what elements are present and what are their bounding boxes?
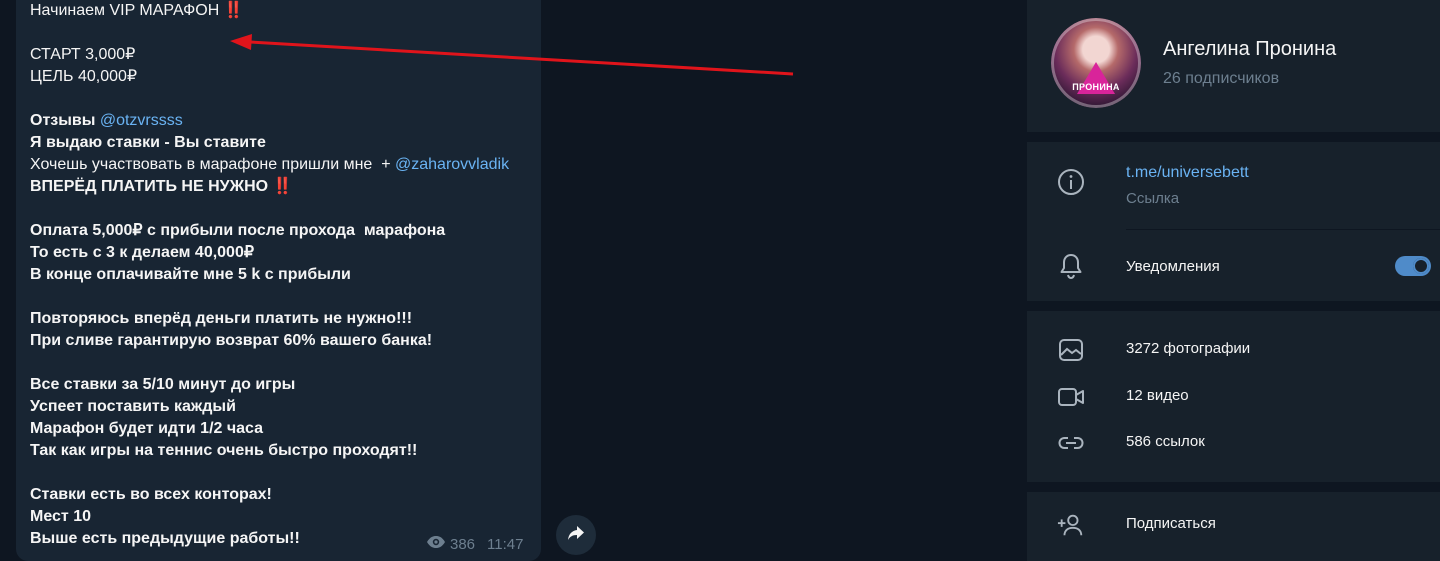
photos-row[interactable]: 3272 фотографии [1027,336,1440,364]
double-exclamation-emoji: ‼️ [272,178,293,195]
chat-area: Начинаем VIP МАРАФОН ‼️ СТАРТ 3,000₽ ЦЕЛ… [0,0,1027,561]
forward-icon [567,525,585,546]
video-icon [1057,383,1085,411]
link-icon [1057,429,1085,457]
channel-info-panel: ПРОНИНА Ангелина Пронина 26 подписчиков … [1027,0,1440,561]
link-zaharovvladik[interactable]: @zaharovvladik [395,156,509,173]
message-line: Хочешь участвовать в марафоне пришли мне… [30,156,510,173]
subscriber-count: 26 подписчиков [1163,70,1280,87]
message-line: ЦЕЛЬ 40,000₽ [30,68,138,85]
message-line: Отзывы @otzvrssss [30,112,183,129]
notifications-toggle[interactable] [1395,256,1431,276]
message-line: То есть с 3 к делаем 40,000₽ [30,244,255,261]
message-line: Успеет поставить каждый [30,398,236,415]
message-line: Оплата 5,000₽ с прибыли после прохода ма… [30,222,446,239]
message-line: Марафон будет идти 1/2 часа [30,420,264,437]
channel-name: Ангелина Пронина [1163,38,1337,60]
message-line: Мест 10 [30,508,91,525]
links-count: 586 ссылок [1126,433,1205,450]
message-line: Повторяюсь вперёд деньги платить не нужн… [30,310,413,327]
add-user-icon [1057,511,1085,539]
message-line: В конце оплачивайте мне 5 k с прибыли [30,266,351,283]
message-time: 11:47 [487,535,524,553]
bell-icon [1057,252,1085,280]
message-line: ВПЕРЁД ПЛАТИТЬ НЕ НУЖНО ‼️ [30,178,293,195]
notifications-label: Уведомления [1126,258,1220,275]
view-count: 386 [450,535,476,553]
double-exclamation-emoji: ‼️ [223,2,244,19]
avatar[interactable]: ПРОНИНА [1051,18,1141,108]
videos-row[interactable]: 12 видео [1027,383,1440,411]
divider [1027,301,1440,311]
message-line: Ставки есть во всех конторах! [30,486,272,503]
info-icon [1057,168,1085,196]
links-row[interactable]: 586 ссылок [1027,429,1440,457]
subscribe-label: Подписаться [1126,515,1216,532]
link-otzvrssss[interactable]: @otzvrssss [100,112,183,129]
message-line: Все ставки за 5/10 минут до игры [30,376,296,393]
message-text: Начинаем VIP МАРАФОН ‼️ СТАРТ 3,000₽ ЦЕЛ… [30,0,535,550]
channel-link[interactable]: t.me/universebett [1126,164,1249,182]
subscribe-button[interactable]: Подписаться [1027,510,1440,540]
message-meta: 386 11:47 [426,534,523,554]
photo-icon [1057,336,1085,364]
divider [1027,482,1440,492]
message-line: Я выдаю ставки - Вы ставите [30,134,266,151]
divider [1027,132,1440,142]
link-caption: Ссылка [1126,190,1180,207]
channel-link-row[interactable]: t.me/universebett Ссылка [1027,152,1440,212]
videos-count: 12 видео [1126,387,1189,404]
notifications-row[interactable]: Уведомления [1027,250,1440,284]
forward-button[interactable] [556,515,596,555]
message-line: При сливе гарантирую возврат 60% вашего … [30,332,433,349]
message-line: СТАРТ 3,000₽ [30,46,136,63]
eye-icon [426,535,446,553]
photos-count: 3272 фотографии [1126,340,1251,357]
message-line: Начинаем VIP МАРАФОН ‼️ [30,2,244,19]
message-line: Так как игры на теннис очень быстро прох… [30,442,418,459]
